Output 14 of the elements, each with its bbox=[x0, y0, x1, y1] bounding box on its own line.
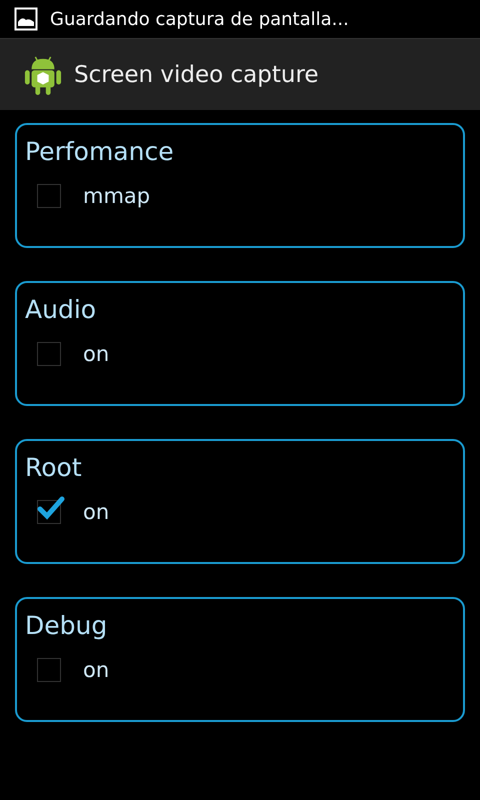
checkbox[interactable] bbox=[37, 658, 61, 682]
section-title: Perfomance bbox=[25, 137, 174, 166]
checkbox-label: on bbox=[83, 342, 110, 366]
section-title: Root bbox=[25, 453, 82, 482]
checkbox[interactable] bbox=[37, 184, 61, 208]
checkbox[interactable] bbox=[37, 342, 61, 366]
notification-text: Guardando captura de pantalla... bbox=[50, 8, 349, 30]
checkbox-label: on bbox=[83, 658, 110, 682]
app-title: Screen video capture bbox=[74, 62, 319, 88]
checkbox-label: on bbox=[83, 500, 110, 524]
picture-notification-icon bbox=[14, 7, 38, 31]
checkbox-label: mmap bbox=[83, 184, 150, 208]
section-title: Debug bbox=[25, 611, 108, 640]
section-title: Audio bbox=[25, 295, 96, 324]
